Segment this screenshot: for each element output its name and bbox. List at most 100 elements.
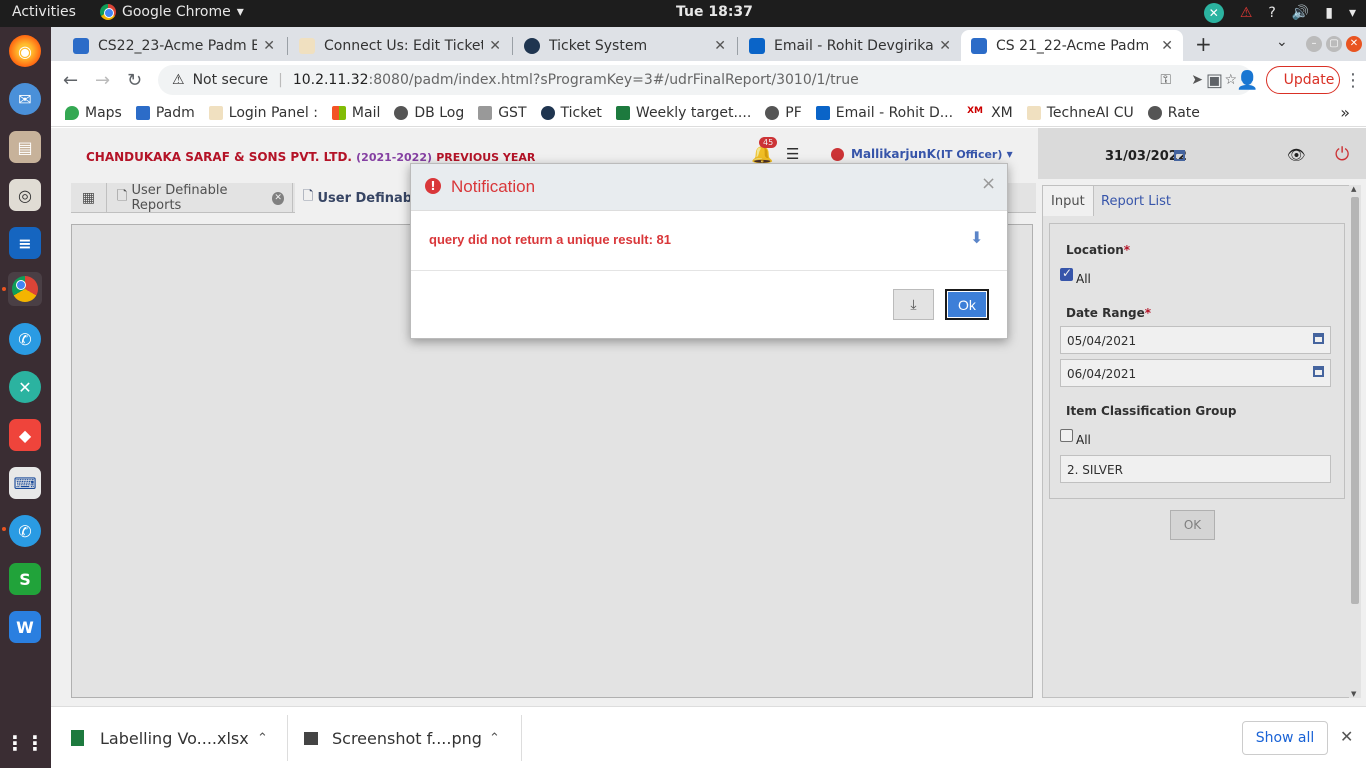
microsoft-icon [331, 105, 346, 120]
bookmark-ticket[interactable]: Ticket [540, 105, 602, 121]
update-button[interactable]: Update [1266, 66, 1340, 94]
battery-icon[interactable]: ▮ [1325, 5, 1333, 21]
warning-icon[interactable]: ⚠ [1240, 5, 1253, 21]
network-icon[interactable]: ⌨ [9, 467, 41, 499]
bookmark-padm[interactable]: Padm [135, 105, 195, 121]
error-message: query did not return a unique result: 81 [429, 232, 671, 247]
close-window-icon[interactable]: ✕ [1346, 36, 1362, 52]
tab-search-chevron-icon[interactable]: ⌄ [1276, 34, 1288, 50]
firefox-icon[interactable]: ◉ [9, 35, 41, 67]
minimize-icon[interactable]: – [1306, 36, 1322, 52]
close-icon[interactable]: ✕ [1161, 38, 1173, 54]
tab-strip: CS22_23-Acme Padm ERP ✕ Connect Us: Edit… [51, 27, 1366, 61]
chrome-icon [100, 4, 116, 20]
more-bookmarks-icon[interactable]: » [1340, 103, 1350, 122]
close-icon[interactable]: ✕ [939, 38, 951, 54]
react-favicon-icon [540, 105, 555, 120]
download-item-xlsx[interactable]: Labelling Vo....xlsx ⌃ [71, 707, 286, 768]
chevron-up-icon[interactable]: ⌃ [257, 731, 268, 746]
url-path: :8080/padm/index.html?sProgramKey=3#/udr… [368, 72, 859, 88]
padm-favicon-icon [73, 37, 89, 54]
phone-icon[interactable]: ✆ [9, 515, 41, 547]
bookmark-email[interactable]: Email - Rohit D... [815, 105, 953, 121]
tab-cs22-padm[interactable]: CS22_23-Acme Padm ERP ✕ [63, 30, 285, 61]
app-grid-icon[interactable]: ⋮⋮ [5, 727, 45, 759]
bookmark-gst[interactable]: GST [478, 105, 527, 121]
app-indicator-icon[interactable]: ✕ [1203, 3, 1224, 23]
padm-favicon-icon [135, 105, 150, 120]
download-item-png[interactable]: Screenshot f....png ⌃ [304, 707, 519, 768]
remote-app-icon[interactable]: ✕ [9, 371, 41, 403]
address-bar[interactable]: ⚠ Not secure | 10.2.11.32 :8080/padm/ind… [158, 65, 1253, 95]
files-icon[interactable]: ▤ [9, 131, 41, 163]
help-icon[interactable]: ? [1268, 5, 1275, 21]
new-tab-button[interactable]: + [1195, 32, 1212, 56]
profile-icon[interactable]: 👤 [1236, 70, 1258, 91]
close-icon[interactable]: ✕ [714, 38, 726, 54]
bookmark-rate[interactable]: Rate [1147, 105, 1200, 121]
close-icon[interactable]: × [981, 173, 996, 194]
bookmark-mail[interactable]: Mail [331, 105, 380, 121]
tab-title: Email - Rohit Devgirikar [774, 37, 934, 54]
ok-button[interactable]: Ok [945, 289, 989, 320]
globe-icon [765, 105, 780, 120]
close-icon[interactable]: ✕ [263, 38, 275, 54]
chevron-down-icon[interactable]: ▾ [1349, 5, 1356, 21]
bookmark-login-panel[interactable]: Login Panel : [208, 105, 318, 121]
downloads-bar: Labelling Vo....xlsx ⌃ Screenshot f....p… [51, 706, 1366, 768]
globe-icon [394, 105, 409, 120]
bookmarks-bar: Maps Padm Login Panel : Mail DB Log GST … [51, 99, 1366, 127]
dock: ◉ ✉ ▤ ◎ ≡ ✆ ✕ ◆ ⌨ ✆ S W ⋮⋮ [0, 27, 51, 768]
bookmark-techneai[interactable]: TechneAI CU [1026, 105, 1134, 121]
warning-icon[interactable]: ⚠ [172, 72, 185, 88]
tab-title: Ticket System [549, 37, 648, 54]
divider [411, 270, 1007, 271]
download-button[interactable]: ⤓ [893, 289, 934, 320]
clock[interactable]: Tue 18:37 [676, 4, 753, 20]
tab-email[interactable]: Email - Rohit Devgirikar ✕ [739, 30, 961, 61]
globe-icon [1147, 105, 1162, 120]
close-icon[interactable]: ✕ [1340, 727, 1353, 746]
side-panel-icon[interactable]: ▣ [1206, 70, 1223, 91]
menu-icon[interactable]: ⋮ [1344, 70, 1362, 91]
tab-cs21-padm[interactable]: CS 21_22-Acme Padm ERP ✕ [961, 30, 1183, 61]
key-icon[interactable]: ⚿ [1160, 72, 1171, 88]
reload-icon[interactable]: ↻ [127, 70, 142, 91]
close-icon[interactable]: ✕ [489, 38, 501, 54]
system-tray[interactable]: ✕ ⚠ ? 🔊 ▮ ▾ [1203, 3, 1356, 23]
wps-writer-icon[interactable]: W [9, 611, 41, 643]
back-icon[interactable]: ← [63, 70, 78, 91]
chevron-up-icon[interactable]: ⌃ [489, 731, 500, 746]
expand-details-icon[interactable]: ⬇ [970, 228, 983, 247]
emblem-icon [478, 105, 493, 120]
spreadsheet-icon[interactable]: S [9, 563, 41, 595]
system-top-bar: Activities Google Chrome ▾ Tue 18:37 ✕ ⚠… [0, 0, 1366, 27]
anydesk-icon[interactable]: ◆ [9, 419, 41, 451]
activities-button[interactable]: Activities [12, 4, 76, 20]
tab-connect-us[interactable]: Connect Us: Edit Ticket ✕ [289, 30, 511, 61]
volume-icon[interactable]: 🔊 [1292, 5, 1309, 21]
chevron-down-icon: ▾ [236, 4, 244, 20]
thunderbird-icon[interactable]: ✉ [9, 83, 41, 115]
writer-icon[interactable]: ≡ [9, 227, 41, 259]
phone-icon[interactable]: ✆ [9, 323, 41, 355]
app-menu[interactable]: Google Chrome ▾ [100, 4, 244, 20]
tab-title: CS22_23-Acme Padm ERP [98, 37, 258, 54]
bookmark-pf[interactable]: PF [765, 105, 802, 121]
xm-icon: XM [967, 105, 983, 116]
security-label[interactable]: Not secure [193, 72, 269, 88]
show-all-downloads-button[interactable]: Show all [1242, 721, 1328, 755]
tab-ticket-system[interactable]: Ticket System ✕ [514, 30, 736, 61]
tab-title: CS 21_22-Acme Padm ERP [996, 37, 1155, 54]
bookmark-xm[interactable]: XM XM [967, 105, 1013, 121]
bookmark-weekly-target[interactable]: Weekly target.... [615, 105, 751, 121]
forward-icon[interactable]: → [95, 70, 110, 91]
notification-dialog: ! Notification × query did not return a … [410, 163, 1008, 339]
bookmark-db-log[interactable]: DB Log [394, 105, 464, 121]
chrome-dock-icon[interactable] [8, 272, 42, 306]
tab-title: Connect Us: Edit Ticket [324, 37, 484, 54]
rhythmbox-icon[interactable]: ◎ [9, 179, 41, 211]
send-icon[interactable]: ➤ [1191, 72, 1203, 88]
bookmark-maps[interactable]: Maps [65, 105, 122, 121]
maximize-icon[interactable]: ▢ [1326, 36, 1342, 52]
